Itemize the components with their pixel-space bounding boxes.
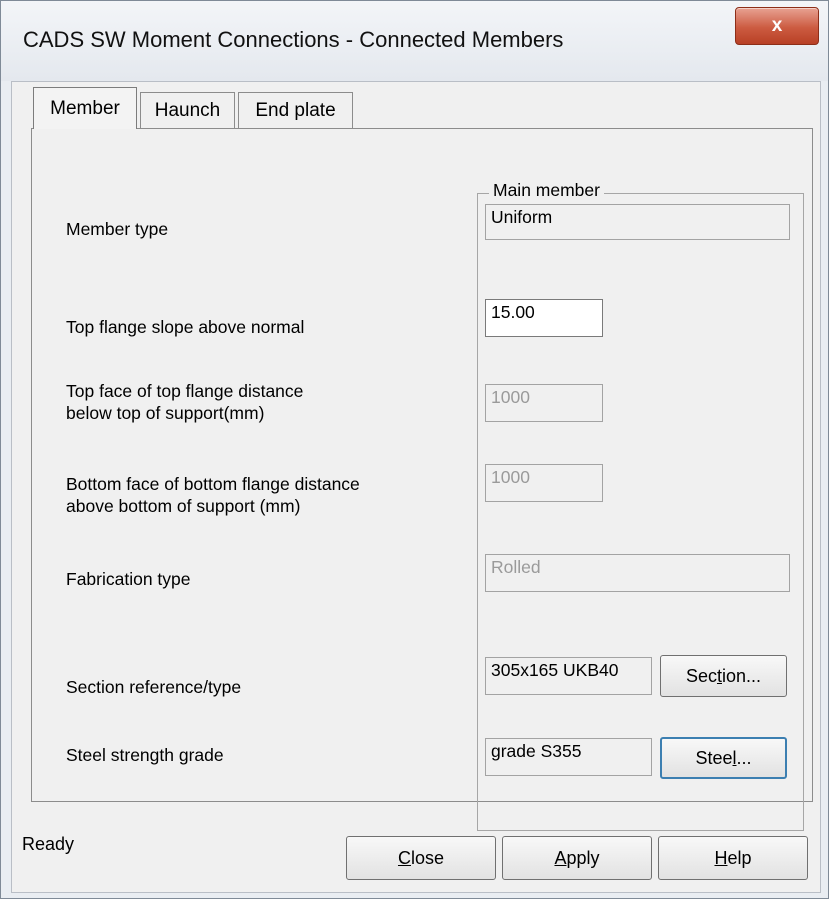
window-close-button[interactable]: x [735, 7, 819, 45]
tab-haunch[interactable]: Haunch [140, 92, 235, 128]
apply-button[interactable]: Apply [502, 836, 652, 880]
window-title: CADS SW Moment Connections - Connected M… [23, 27, 564, 52]
status-text: Ready [22, 834, 75, 854]
close-icon: x [771, 15, 783, 36]
bottom-face-distance-input: 1000 [485, 464, 603, 502]
tab-label: Member [50, 97, 120, 119]
top-flange-slope-label: Top flange slope above normal [66, 317, 305, 337]
help-button-label: Help [714, 847, 752, 868]
tab-label: End plate [255, 99, 336, 121]
tab-member[interactable]: Member [33, 87, 137, 129]
main-member-group [477, 193, 804, 831]
bottom-face-distance-label-line1: Bottom face of bottom flange distance [66, 474, 360, 494]
steel-grade-label: Steel strength grade [66, 745, 224, 765]
top-face-distance-input: 1000 [485, 384, 603, 422]
tab-page-member: Main member Member type Uniform Top flan… [31, 128, 813, 831]
steel-button-label: Steel... [695, 747, 752, 768]
steel-grade-field: grade S355 [485, 738, 652, 776]
fabrication-type-field: Rolled [485, 554, 790, 592]
fabrication-type-label: Fabrication type [66, 569, 191, 589]
top-face-distance-label-line1: Top face of top flange distance [66, 381, 304, 401]
member-type-label: Member type [66, 219, 169, 239]
bottom-face-distance-label-line2: above bottom of support (mm) [66, 496, 301, 516]
section-reference-field: 305x165 UKB40 [485, 657, 652, 695]
title-bar[interactable]: CADS SW Moment Connections - Connected M… [1, 1, 828, 81]
help-button[interactable]: Help [658, 836, 808, 880]
close-button[interactable]: Close [346, 836, 496, 880]
close-button-label: Close [397, 847, 445, 868]
steel-button[interactable]: Steel... [660, 737, 787, 779]
section-button-label: Section... [685, 665, 762, 686]
section-reference-label: Section reference/type [66, 677, 242, 697]
top-flange-slope-input[interactable]: 15.00 [485, 299, 603, 337]
member-type-field[interactable]: Uniform [485, 204, 790, 240]
section-button[interactable]: Section... [660, 655, 787, 697]
dialog-client-area: Member Haunch End plate Main member Memb… [11, 81, 821, 893]
dialog-window: CADS SW Moment Connections - Connected M… [0, 0, 829, 899]
apply-button-label: Apply [554, 847, 600, 868]
tab-label: Haunch [154, 99, 221, 121]
group-title: Main member [489, 180, 604, 201]
tab-end-plate[interactable]: End plate [238, 92, 353, 128]
top-face-distance-label-line2: below top of support(mm) [66, 403, 265, 423]
